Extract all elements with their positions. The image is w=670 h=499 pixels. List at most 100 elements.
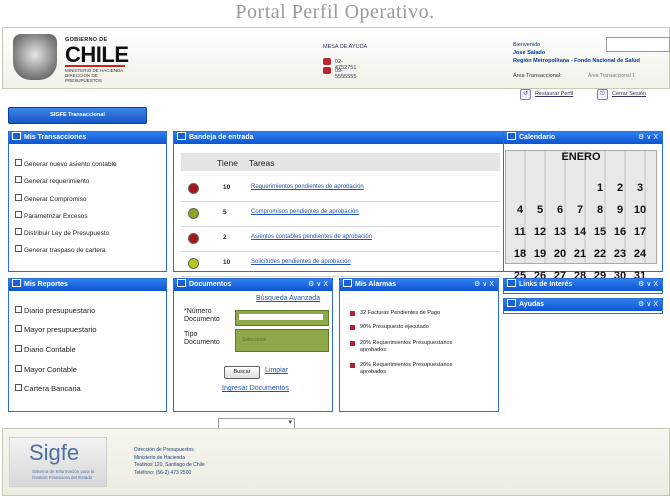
sigfe-transaccional-button[interactable]: SIGFE Transaccional bbox=[8, 107, 147, 124]
calendar-day[interactable]: 3 bbox=[630, 182, 650, 200]
transaction-item[interactable]: Distribuir Ley de Presupuesto bbox=[15, 228, 109, 237]
alarm-item[interactable]: 20% Requerimientos Presupuestarios aprob… bbox=[350, 362, 460, 376]
transacciones-title: Mis Transacciones bbox=[24, 134, 87, 141]
transaction-item[interactable]: Generar Compromiso bbox=[15, 194, 87, 203]
task-link[interactable]: Requerimientos pendientes de aprobación bbox=[251, 184, 364, 190]
bandeja-title: Bandeja de entrada bbox=[189, 134, 254, 141]
mobile-icon bbox=[323, 67, 331, 74]
panel-controls[interactable]: ⚙ ∨ X bbox=[638, 279, 658, 291]
minimize-icon[interactable] bbox=[12, 132, 21, 140]
reportes-panel: Mis Reportes Diario presupuestario Mayor… bbox=[8, 278, 167, 412]
calendar-day[interactable]: 11 bbox=[510, 226, 530, 244]
minimize-icon[interactable] bbox=[507, 279, 516, 287]
minimize-icon[interactable] bbox=[177, 279, 186, 287]
calendar-day[interactable]: 16 bbox=[610, 226, 630, 244]
links-header: Links de Interés ⚙ ∨ X bbox=[504, 279, 662, 291]
calendar-day[interactable]: 2 bbox=[610, 182, 630, 200]
calendar-day[interactable]: 13 bbox=[550, 226, 570, 244]
calendar-day bbox=[510, 173, 530, 191]
calendar-day[interactable]: 1 bbox=[590, 182, 610, 200]
checkbox-icon bbox=[15, 384, 22, 391]
calendar-day[interactable]: 7 bbox=[570, 204, 590, 222]
help-desk-label: MESA DE AYUDA bbox=[323, 44, 368, 50]
panel-controls[interactable]: ⚙ ∨ X bbox=[308, 279, 328, 291]
report-item[interactable]: Diario Contable bbox=[15, 345, 76, 354]
status-dot-icon bbox=[188, 258, 199, 269]
task-count: 10 bbox=[223, 259, 231, 266]
minimize-icon[interactable] bbox=[507, 299, 516, 307]
documentos-panel: Documentos ⚙ ∨ X Búsqueda Avanzada *Núme… bbox=[173, 278, 333, 412]
calendar-day[interactable]: 6 bbox=[550, 204, 570, 222]
phone-number-2: 09-5555555 bbox=[335, 68, 357, 80]
alarm-item[interactable]: 90% Presupuesto ejecutado bbox=[350, 324, 490, 331]
transaction-item[interactable]: Parametrizar Excesos bbox=[15, 211, 88, 220]
calendar-day[interactable]: 14 bbox=[570, 226, 590, 244]
header-search-input[interactable] bbox=[606, 37, 670, 52]
logout-icon: ⎋ bbox=[597, 89, 608, 100]
links-panel: Links de Interés ⚙ ∨ X bbox=[503, 278, 663, 294]
transacciones-panel: Mis Transacciones Generar nuevo asiento … bbox=[8, 131, 167, 272]
minimize-icon[interactable] bbox=[343, 279, 352, 287]
gobierno-logo: GOBIERNO DE CHILE MINISTERIO DE HACIENDA… bbox=[13, 34, 131, 83]
advanced-search-link[interactable]: Búsqueda Avanzada bbox=[256, 295, 320, 302]
minimize-icon[interactable] bbox=[12, 279, 21, 287]
alarm-item[interactable]: 32 Facturas Pendientes de Pago bbox=[350, 310, 490, 317]
logout-text[interactable]: Cerrar Sesión bbox=[612, 91, 646, 97]
calendar-day[interactable]: 23 bbox=[610, 248, 630, 266]
task-row[interactable]: 10 Solicitudes pendientes de aprobación bbox=[181, 251, 500, 277]
task-row[interactable]: 10 Requerimientos pendientes de aprobació… bbox=[181, 176, 500, 202]
calendar-day[interactable]: 10 bbox=[630, 204, 650, 222]
alarm-item[interactable]: 20% Requerimientos Presupuestarios aprob… bbox=[350, 340, 460, 354]
task-count: 5 bbox=[223, 209, 227, 216]
calendar-day[interactable]: 24 bbox=[630, 248, 650, 266]
calendar-day[interactable]: 5 bbox=[530, 204, 550, 222]
restore-profile-text[interactable]: Restaurar Perfil bbox=[535, 91, 573, 97]
search-button[interactable]: Buscar bbox=[224, 366, 260, 379]
transaction-item[interactable]: Generar requerimiento bbox=[15, 176, 89, 185]
report-item[interactable]: Mayor Contable bbox=[15, 365, 77, 374]
transaction-item[interactable]: Generar nuevo asiento contable bbox=[15, 159, 117, 168]
task-link[interactable]: Compromisos pendientes de aprobación bbox=[251, 209, 359, 215]
calendario-title: Calendario bbox=[519, 134, 556, 141]
task-count: 2 bbox=[223, 234, 227, 241]
calendar-day[interactable]: 15 bbox=[590, 226, 610, 244]
task-row[interactable]: 2 Asientos contables pendientes de aproba… bbox=[181, 226, 500, 252]
alarmas-title: Mis Alarmas bbox=[355, 281, 396, 288]
col-tiene: Tiene bbox=[217, 158, 238, 168]
task-count: 10 bbox=[223, 184, 231, 191]
panel-controls[interactable]: ⚙ ∨ X bbox=[638, 132, 658, 144]
minimize-icon[interactable] bbox=[507, 132, 516, 140]
clear-link[interactable]: Limpiar bbox=[265, 367, 288, 374]
report-item[interactable]: Diario presupuestario bbox=[15, 306, 95, 315]
calendar-day[interactable]: 20 bbox=[550, 248, 570, 266]
calendar-day[interactable]: 18 bbox=[510, 248, 530, 266]
calendar-day[interactable]: 17 bbox=[630, 226, 650, 244]
report-item[interactable]: Cartera Bancaria bbox=[15, 384, 81, 393]
alarmas-header: Mis Alarmas ⚙ ∨ X bbox=[340, 279, 498, 291]
panel-controls[interactable]: ⚙ ∨ X bbox=[638, 299, 658, 311]
task-link[interactable]: Solicitudes pendientes de aprobación bbox=[251, 259, 351, 265]
bandeja-header: Bandeja de entrada bbox=[174, 132, 505, 144]
panel-controls[interactable]: ⚙ ∨ X bbox=[474, 279, 494, 291]
area-value[interactable]: Área Transaccional 1 bbox=[588, 73, 635, 79]
doc-number-input[interactable] bbox=[235, 310, 329, 326]
alarm-bullet-icon bbox=[350, 311, 355, 316]
calendar-day[interactable]: 19 bbox=[530, 248, 550, 266]
minimize-icon[interactable] bbox=[177, 132, 186, 140]
calendar-day[interactable]: 4 bbox=[510, 204, 530, 222]
status-dot-icon bbox=[188, 233, 199, 244]
task-link[interactable]: Asientos contables pendientes de aprobac… bbox=[251, 234, 372, 240]
calendar-day[interactable]: 22 bbox=[590, 248, 610, 266]
doc-type-select[interactable]: Seleccione bbox=[235, 329, 329, 352]
transaction-item[interactable]: Generar traspaso de cartera bbox=[15, 245, 106, 254]
ministry-line-2: DIRECCION DE PRESUPUESTOS bbox=[65, 73, 102, 83]
calendar-day[interactable]: 21 bbox=[570, 248, 590, 266]
calendario-header: Calendario ⚙ ∨ X bbox=[504, 132, 662, 144]
report-item[interactable]: Mayor presupuestario bbox=[15, 325, 97, 334]
enter-documents-link[interactable]: Ingresar Documentos bbox=[222, 385, 289, 392]
checkbox-icon bbox=[15, 228, 22, 235]
calendar-day[interactable]: 9 bbox=[610, 204, 630, 222]
task-row[interactable]: 5 Compromisos pendientes de aprobación bbox=[181, 201, 500, 227]
calendar-day[interactable]: 12 bbox=[530, 226, 550, 244]
calendar-day[interactable]: 8 bbox=[590, 204, 610, 222]
